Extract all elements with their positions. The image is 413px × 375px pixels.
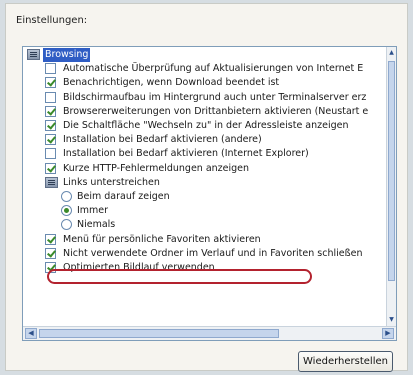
subgroup-links-underline: Links unterstreichen — [23, 176, 386, 190]
folder-icon — [45, 176, 58, 188]
checkbox[interactable] — [45, 233, 56, 245]
radio-option[interactable]: Beim darauf zeigen — [23, 190, 386, 204]
radio-button[interactable] — [61, 191, 72, 202]
settings-list[interactable]: Browsing Automatische Überprüfung auf Akt… — [22, 46, 397, 341]
setting-item[interactable]: Installation bei Bedarf aktivieren (Inte… — [23, 147, 386, 161]
setting-item[interactable]: Benachrichtigen, wenn Download beendet i… — [23, 76, 386, 90]
setting-item[interactable]: Nicht verwendete Ordner im Verlauf und i… — [23, 247, 386, 261]
setting-item[interactable]: Kurze HTTP-Fehlermeldungen anzeigen — [23, 162, 386, 176]
horizontal-scroll-thumb[interactable] — [39, 329, 279, 338]
setting-label: Menü für persönliche Favoriten aktiviere… — [63, 233, 261, 245]
category-browsing: Browsing — [23, 48, 386, 62]
setting-label: Bildschirmaufbau im Hintergrund auch unt… — [63, 91, 367, 103]
checkbox[interactable] — [45, 134, 56, 146]
scroll-up-arrow-icon[interactable]: ▲ — [387, 47, 396, 59]
setting-label: Automatische Überprüfung auf Aktualisier… — [63, 63, 364, 75]
settings-panel: Einstellungen: Browsing Automatische Über… — [5, 3, 408, 372]
radio-option[interactable]: Niemals — [23, 218, 386, 232]
vertical-scrollbar[interactable]: ▲ ▼ — [386, 47, 396, 326]
checkbox[interactable] — [45, 77, 56, 89]
setting-label: Die Schaltfläche "Wechseln zu" in der Ad… — [63, 120, 349, 131]
setting-label: Browsererweiterungen von Drittanbietern … — [63, 105, 369, 117]
setting-item[interactable]: Installation bei Bedarf aktivieren (ande… — [23, 133, 386, 147]
setting-item[interactable]: Menü für persönliche Favoriten aktiviere… — [23, 233, 386, 247]
setting-item[interactable]: Die Schaltfläche "Wechseln zu" in der Ad… — [23, 119, 386, 133]
scroll-right-arrow-icon[interactable]: ▶ — [382, 328, 394, 339]
checkbox[interactable] — [45, 162, 56, 174]
category-label: Browsing — [43, 48, 91, 62]
reset-button[interactable]: Wiederherstellen — [298, 351, 393, 372]
setting-label: Benachrichtigen, wenn Download beendet i… — [63, 77, 280, 89]
radio-label: Beim darauf zeigen — [77, 191, 170, 202]
vertical-scroll-thumb[interactable] — [388, 61, 395, 281]
checkbox[interactable] — [45, 262, 56, 273]
checkbox[interactable] — [45, 120, 56, 131]
radio-button[interactable] — [61, 219, 72, 231]
setting-label: Nicht verwendete Ordner im Verlauf und i… — [63, 247, 363, 259]
setting-item[interactable]: Optimierten Bildlauf verwenden — [23, 261, 386, 275]
setting-label: Installation bei Bedarf aktivieren (ande… — [63, 134, 262, 146]
radio-button[interactable] — [61, 205, 72, 217]
checkbox[interactable] — [45, 91, 56, 103]
setting-label: Kurze HTTP-Fehlermeldungen anzeigen — [63, 162, 250, 174]
checkbox[interactable] — [45, 148, 56, 160]
scroll-left-arrow-icon[interactable]: ◀ — [25, 328, 37, 339]
checkbox[interactable] — [45, 105, 56, 117]
setting-label: Installation bei Bedarf aktivieren (Inte… — [63, 148, 309, 160]
setting-label: Optimierten Bildlauf verwenden — [63, 262, 215, 273]
radio-label: Niemals — [77, 219, 116, 231]
checkbox[interactable] — [45, 63, 56, 75]
radio-option[interactable]: Immer — [23, 204, 386, 218]
horizontal-scrollbar[interactable]: ◀ ▶ — [23, 326, 396, 340]
setting-item[interactable]: Bildschirmaufbau im Hintergrund auch unt… — [23, 91, 386, 105]
setting-item[interactable]: Browsererweiterungen von Drittanbietern … — [23, 105, 386, 119]
scroll-down-arrow-icon[interactable]: ▼ — [387, 314, 396, 326]
radio-label: Immer — [77, 205, 109, 217]
subgroup-label: Links unterstreichen — [63, 176, 160, 188]
settings-list-content: Browsing Automatische Überprüfung auf Akt… — [23, 47, 386, 326]
folder-icon — [27, 49, 40, 60]
setting-item[interactable]: Automatische Überprüfung auf Aktualisier… — [23, 62, 386, 76]
checkbox[interactable] — [45, 247, 56, 259]
settings-group-label: Einstellungen: — [16, 15, 88, 26]
